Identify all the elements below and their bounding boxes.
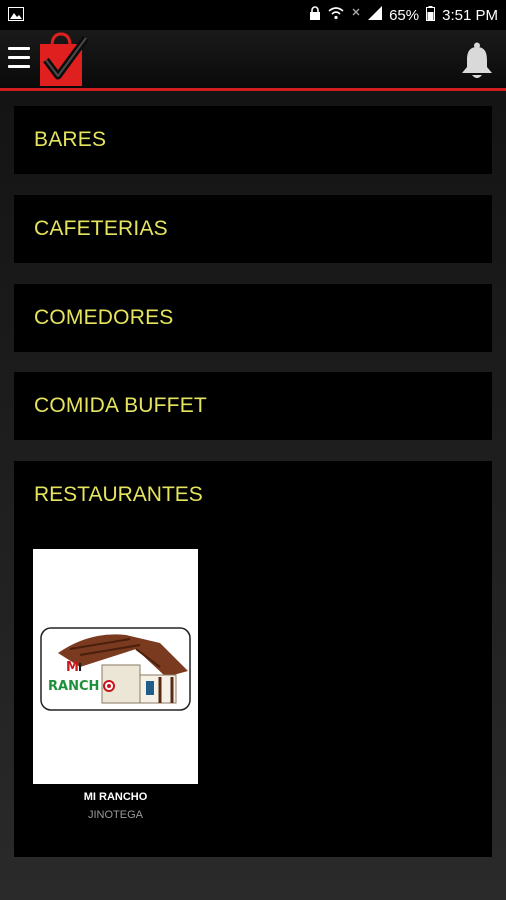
category-label: BARES (34, 128, 107, 151)
category-label: COMEDORES (34, 306, 174, 329)
svg-text:M: M (66, 660, 79, 675)
section-title[interactable]: RESTAURANTES (34, 461, 203, 529)
battery-icon (426, 5, 436, 25)
status-bar: 65% 3:51 PM (0, 0, 506, 30)
wifi-icon (328, 6, 344, 24)
svg-text:I: I (78, 661, 82, 674)
category-bares[interactable]: BARES (14, 106, 492, 174)
category-label: COMIDA BUFFET (34, 394, 207, 417)
category-list: BARES CAFETERIAS COMEDORES COMIDA BUFFET… (0, 91, 506, 900)
restaurants-section: RESTAURANTES M I RANCH MI RANCHO JINOTEG… (14, 461, 492, 857)
clock: 3:51 PM (442, 6, 498, 24)
lock-icon (309, 6, 321, 24)
restaurant-name: MI RANCHO (83, 791, 148, 803)
bell-icon[interactable] (460, 42, 494, 85)
no-signal-icon (351, 6, 361, 24)
category-cafeterias[interactable]: CAFETERIAS (14, 195, 492, 263)
restaurant-city: JINOTEGA (87, 809, 143, 821)
cell-signal-icon (368, 6, 383, 24)
svg-text:RANCH: RANCH (48, 679, 99, 694)
category-comida-buffet[interactable]: COMIDA BUFFET (14, 372, 492, 440)
battery-percentage: 65% (389, 6, 420, 24)
app-bar (0, 30, 506, 91)
gallery-notification-icon (8, 7, 24, 26)
shopping-bag-checkmark-logo[interactable] (38, 32, 90, 91)
hamburger-menu-icon[interactable] (8, 47, 30, 69)
restaurant-card[interactable]: M I RANCH (33, 549, 198, 784)
category-comedores[interactable]: COMEDORES (14, 284, 492, 352)
mi-rancho-logo: M I RANCH (40, 627, 191, 716)
category-label: CAFETERIAS (34, 217, 168, 240)
